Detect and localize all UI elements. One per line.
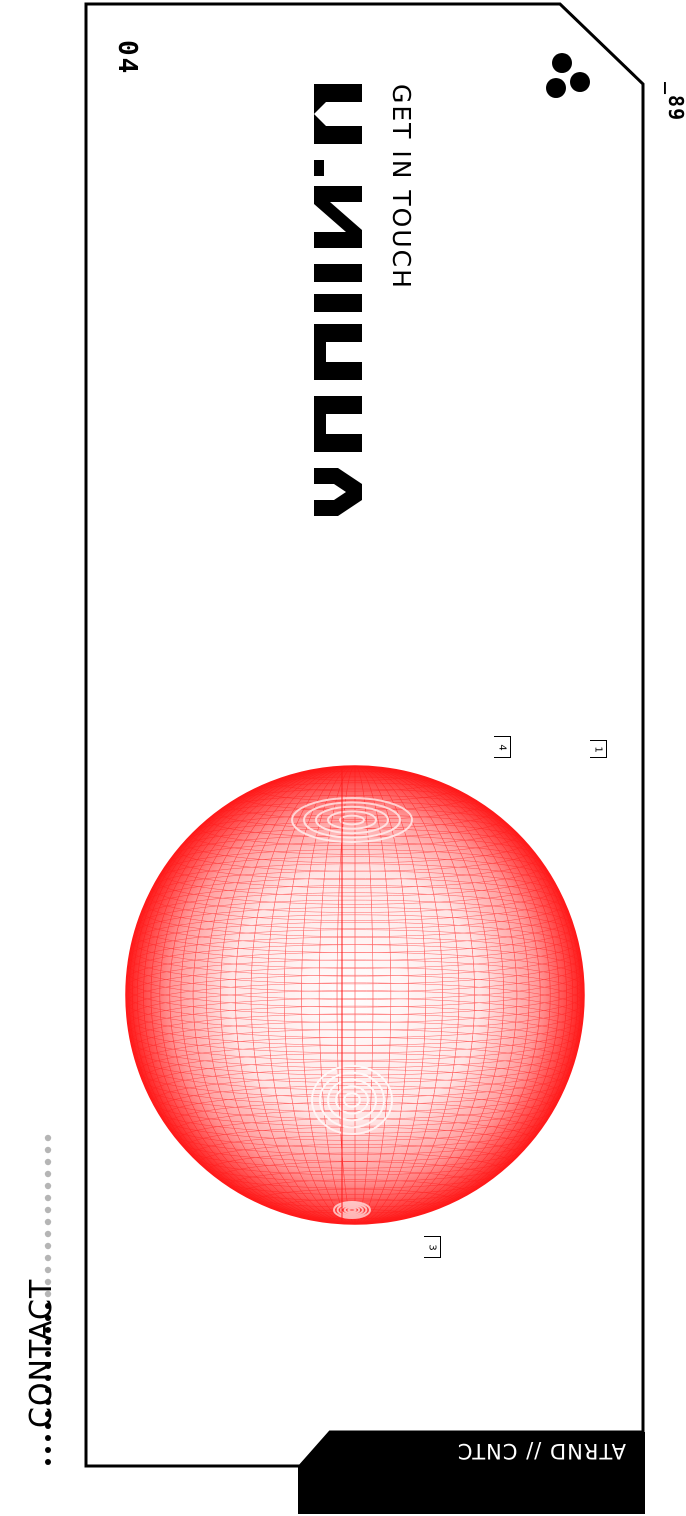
progress-dot bbox=[44, 1242, 52, 1250]
progress-dot bbox=[44, 1266, 52, 1274]
progress-dot bbox=[44, 1206, 52, 1214]
page-subtitle: GET IN TOUCH bbox=[387, 84, 416, 290]
marker-4: 4 bbox=[494, 736, 511, 758]
progress-dot bbox=[45, 1459, 51, 1465]
marker-1: 1 bbox=[590, 740, 607, 758]
corner-code: _89 bbox=[664, 82, 686, 122]
progress-dot bbox=[45, 1447, 51, 1453]
footer-label[interactable]: ATRND // CNTC bbox=[457, 1439, 626, 1463]
side-nav-label[interactable]: CONTACT bbox=[24, 1279, 59, 1428]
progress-dot bbox=[44, 1146, 52, 1154]
section-number: 04 bbox=[112, 40, 142, 76]
progress-dot bbox=[44, 1230, 52, 1238]
logo-icon bbox=[314, 84, 362, 516]
progress-dot bbox=[44, 1218, 52, 1226]
progress-dot bbox=[44, 1158, 52, 1166]
marker-3: 3 bbox=[424, 1236, 441, 1258]
logo-wordmark bbox=[310, 80, 366, 532]
progress-dot bbox=[44, 1134, 52, 1142]
three-dots-icon bbox=[546, 53, 590, 98]
progress-dot bbox=[44, 1194, 52, 1202]
progress-dot bbox=[44, 1254, 52, 1262]
progress-dot bbox=[44, 1182, 52, 1190]
wireframe-sphere bbox=[125, 765, 585, 1225]
progress-dot bbox=[44, 1170, 52, 1178]
progress-dot bbox=[45, 1435, 51, 1441]
